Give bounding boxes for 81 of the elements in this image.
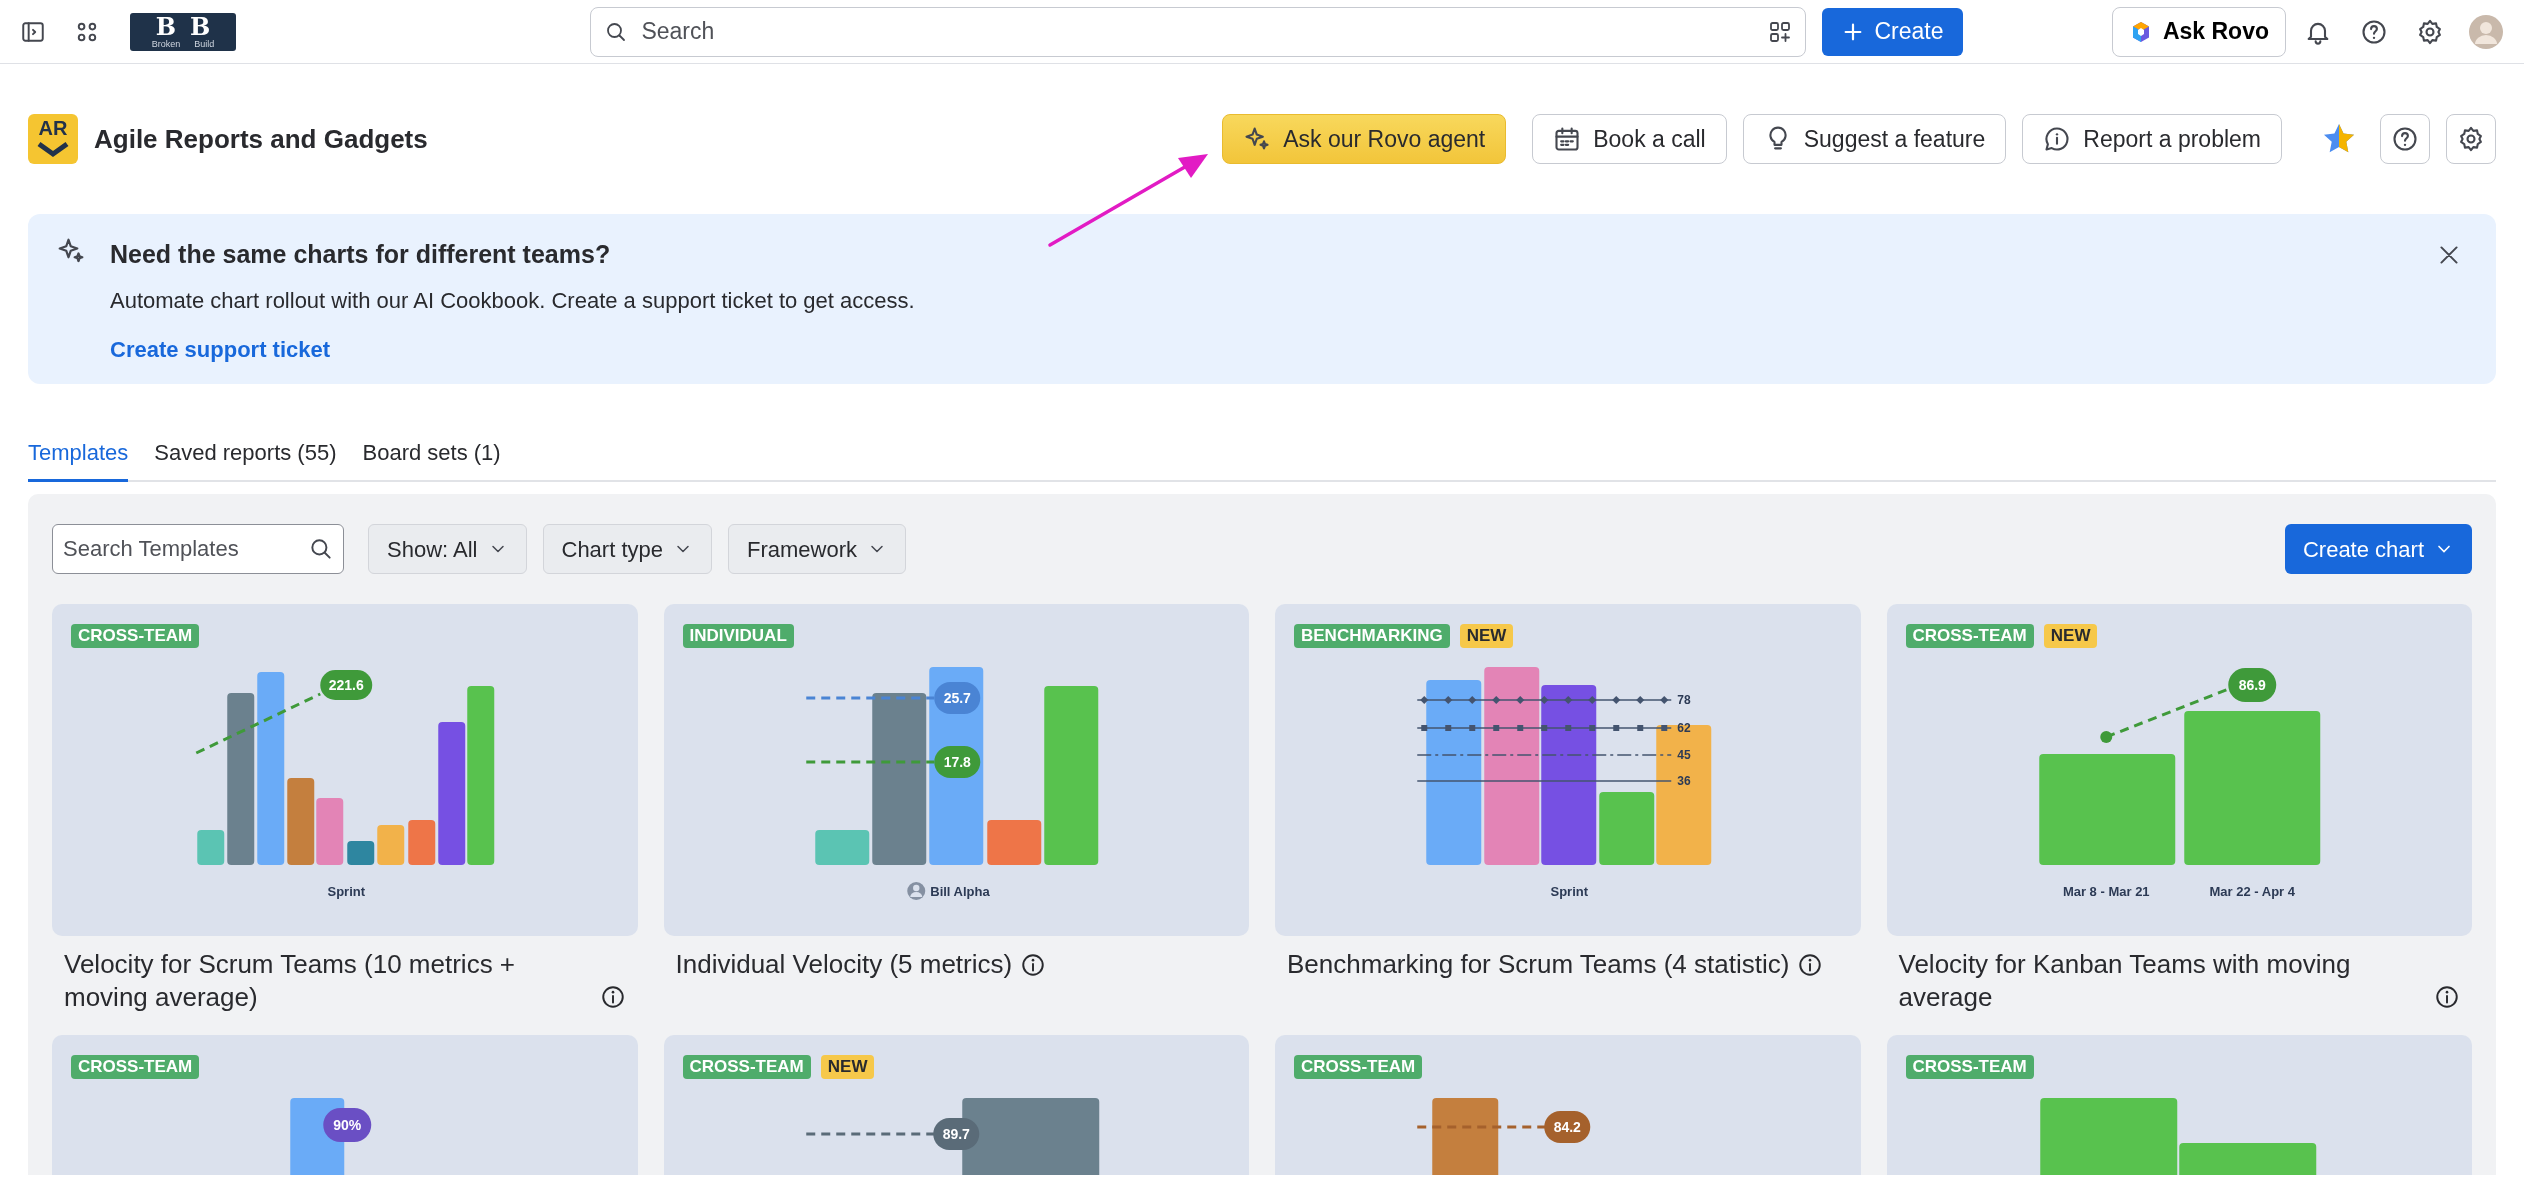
template-title: Individual Velocity (5 metrics) (675, 948, 1013, 981)
create-button[interactable]: Create (1822, 7, 1964, 56)
filter-dropdown[interactable]: Chart type (542, 524, 712, 574)
create-chart-button[interactable]: Create chart (2284, 524, 2472, 574)
info-icon (2434, 984, 2460, 1010)
chart-preview[interactable]: 84.2 CROSS-TEAM (1275, 1035, 1861, 1175)
value-label: 86.9 (2227, 668, 2276, 702)
support-ticket-link[interactable]: Create support ticket (110, 332, 331, 366)
tab[interactable]: Board sets (1) (362, 436, 501, 482)
category-tag: CROSS-TEAM (71, 1055, 200, 1079)
bar (316, 798, 344, 865)
header-action-button[interactable]: Ask our Rovo agent (1222, 114, 1507, 164)
settings-button[interactable] (2446, 114, 2496, 164)
new-tag: NEW (820, 1055, 875, 1079)
help-icon (2360, 17, 2388, 46)
header-action-button[interactable]: Suggest a feature (1742, 114, 2007, 164)
template-title: Benchmarking for Scrum Teams (4 statistic) (1287, 948, 1790, 981)
search-field[interactable]: Search (590, 6, 1807, 57)
category-tag: CROSS-TEAM (1905, 624, 2034, 648)
chart-preview[interactable]: 25.7 17.8 Bill Alpha INDIVIDUAL (663, 604, 1249, 936)
axis-label: Mar 22 - Apr 4 (2209, 884, 2295, 899)
category-tag: CROSS-TEAM (71, 624, 200, 648)
axis-label: 45 (1677, 748, 1691, 762)
value-label: 84.2 (1544, 1111, 1591, 1143)
new-tag: NEW (2043, 624, 2098, 648)
bar (986, 820, 1041, 865)
logo[interactable]: BB Broken Build (130, 12, 236, 51)
category-tag: CROSS-TEAM (1294, 1055, 1423, 1079)
header-action-button[interactable]: Report a problem (2022, 114, 2282, 164)
new-tag: NEW (1459, 624, 1514, 648)
category-tag: CROSS-TEAM (682, 1055, 811, 1079)
search-field[interactable]: Search Templates (52, 524, 344, 574)
chart-preview[interactable]: 221.6 Sprint CROSS-TEAM (52, 604, 638, 936)
banner-text: Automate chart rollout with our AI Cookbook. Create a support ticket to get access. (110, 286, 916, 315)
chart-preview[interactable]: 78 62 45 36 Sprint BENCHMARKING NEW (1275, 604, 1861, 936)
category-tag: INDIVIDUAL (682, 624, 794, 648)
settings-icon (2416, 17, 2444, 46)
filter-dropdown[interactable]: Framework (728, 524, 906, 574)
value-label: 89.7 (932, 1118, 979, 1150)
axis-label: Mar 8 - Mar 21 (2062, 884, 2150, 899)
chart-preview[interactable]: 86.9 Mar 8 - Mar 21 Mar 22 - Apr 4 CROSS-TEAM NEW (1886, 604, 2472, 936)
info-icon (1020, 951, 1047, 978)
search-icon (308, 536, 334, 562)
axis-label: 62 (1677, 721, 1691, 735)
axis-label: Bill Alpha (929, 884, 990, 899)
axis-label: Sprint (327, 884, 366, 899)
bar (197, 830, 225, 865)
template-title: Velocity for Kanban Teams with moving average (1898, 948, 2352, 1013)
bar (814, 830, 869, 865)
chart-preview[interactable]: 90% CROSS-TEAM (52, 1035, 638, 1175)
value-label: 90% (323, 1108, 372, 1142)
app-logo: AR (28, 114, 78, 164)
person-icon (906, 882, 925, 900)
tab[interactable]: Templates (28, 436, 129, 482)
bar (408, 820, 436, 865)
filter-dropdown[interactable]: Show: All (368, 524, 527, 574)
scan-add-icon (1768, 19, 1793, 44)
chart-preview[interactable]: 89.7 CROSS-TEAM NEW (663, 1035, 1249, 1175)
header-action-button[interactable]: Book a call (1532, 114, 1727, 164)
app-title: Agile Reports and Gadgets (94, 122, 428, 156)
data-point (2099, 731, 2112, 743)
info-icon (1797, 951, 1824, 978)
value-label: 221.6 (320, 670, 373, 700)
help-icon (2391, 125, 2419, 153)
settings-icon (2457, 125, 2485, 153)
category-tag: CROSS-TEAM (1905, 1055, 2034, 1079)
speech-bubble-icon (2043, 125, 2072, 153)
axis-label: 36 (1677, 774, 1691, 788)
bar (377, 825, 405, 865)
help-button[interactable] (2380, 114, 2430, 164)
tab[interactable]: Saved reports (55) (154, 436, 337, 482)
category-tag: BENCHMARKING (1294, 624, 1450, 648)
template-title: Velocity for Scrum Teams (10 metrics + moving average) (64, 948, 517, 1013)
info-icon (599, 984, 626, 1010)
axis-label: Sprint (1550, 884, 1589, 899)
calendar-icon (1553, 125, 1582, 153)
avatar-icon (2468, 13, 2504, 50)
bar (347, 841, 375, 865)
banner-title: Need the same charts for different teams? (110, 239, 612, 270)
axis-label: 78 (1677, 693, 1691, 707)
ask-rovo-button[interactable]: Ask Rovo (2111, 6, 2286, 57)
